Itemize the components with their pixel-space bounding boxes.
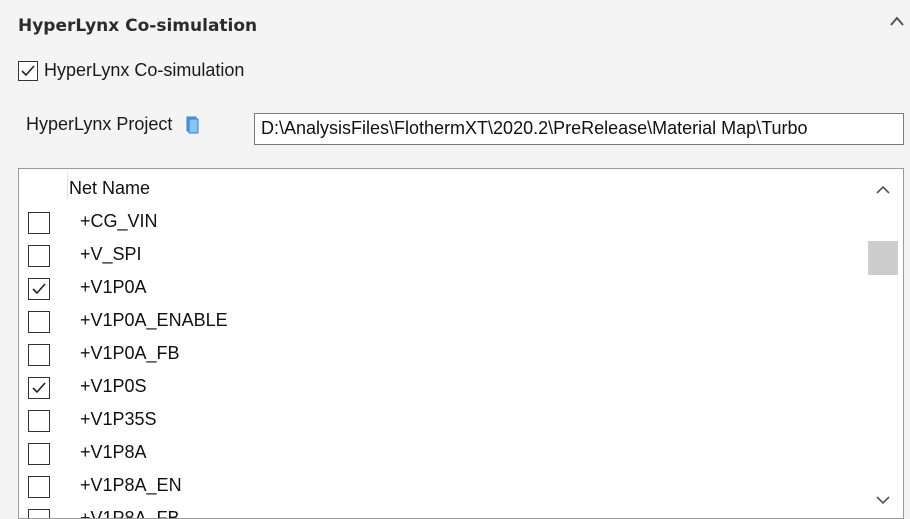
checkmark-icon xyxy=(32,283,46,295)
project-row: HyperLynx Project xyxy=(26,114,212,135)
vertical-scrollbar[interactable] xyxy=(863,169,903,518)
net-name: +V1P8A_EN xyxy=(80,475,182,495)
net-name-column-header[interactable]: Net Name xyxy=(69,178,150,199)
table-row[interactable]: +V1P0A xyxy=(19,271,864,304)
cosim-checkbox-label: HyperLynx Co-simulation xyxy=(44,60,245,80)
net-name: +CG_VIN xyxy=(80,211,158,231)
scroll-down-button[interactable] xyxy=(863,486,903,514)
cosim-checkbox-row[interactable]: HyperLynx Co-simulation xyxy=(18,60,244,81)
table-row[interactable]: +V1P0A_ENABLE xyxy=(19,304,864,337)
chevron-down-icon xyxy=(876,495,890,504)
chevron-up-icon xyxy=(876,185,890,194)
table-row[interactable]: +V1P0A_FB xyxy=(19,337,864,370)
checkmark-icon xyxy=(32,382,46,394)
scroll-up-button[interactable] xyxy=(863,175,903,203)
table-row[interactable]: +V1P8A_FB xyxy=(19,502,864,519)
net-checkbox[interactable] xyxy=(28,311,50,333)
collapse-section-button[interactable] xyxy=(886,10,908,32)
table-row[interactable]: +CG_VIN xyxy=(19,205,864,238)
net-name: +V1P0S xyxy=(80,376,147,396)
net-checkbox[interactable] xyxy=(28,278,50,300)
table-row[interactable]: +V1P0S xyxy=(19,370,864,403)
open-project-book-icon[interactable] xyxy=(186,116,200,134)
table-row[interactable]: +V1P35S xyxy=(19,403,864,436)
net-name: +V_SPI xyxy=(80,244,142,264)
project-path-input[interactable]: D:\AnalysisFiles\FlothermXT\2020.2\PreRe… xyxy=(254,113,904,145)
table-row[interactable]: +V1P8A_EN xyxy=(19,469,864,502)
net-table: Net Name +CG_VIN +V_SPI +V1P0A +V1P0A_ENABL… xyxy=(18,168,904,519)
net-checkbox[interactable] xyxy=(28,245,50,267)
net-name: +V1P0A xyxy=(80,277,147,297)
net-name: +V1P35S xyxy=(80,409,157,429)
net-checkbox[interactable] xyxy=(28,377,50,399)
net-name: +V1P0A_ENABLE xyxy=(80,310,228,330)
net-name: +V1P8A xyxy=(80,442,147,462)
net-checkbox[interactable] xyxy=(28,344,50,366)
table-row[interactable]: +V_SPI xyxy=(19,238,864,271)
net-checkbox[interactable] xyxy=(28,443,50,465)
net-name: +V1P8A_FB xyxy=(80,508,180,519)
checkmark-icon xyxy=(21,64,35,76)
project-label: HyperLynx Project xyxy=(26,114,173,134)
cosimulation-panel: HyperLynx Co-simulation HyperLynx Co-sim… xyxy=(0,0,910,519)
net-checkbox[interactable] xyxy=(28,212,50,234)
chevron-up-icon xyxy=(890,16,904,26)
table-row[interactable]: +V1P8A xyxy=(19,436,864,469)
header-divider xyxy=(67,173,68,199)
net-list: +CG_VIN +V_SPI +V1P0A +V1P0A_ENABLE +V1P0A_F… xyxy=(19,205,864,519)
net-checkbox[interactable] xyxy=(28,410,50,432)
net-checkbox[interactable] xyxy=(28,476,50,498)
net-checkbox[interactable] xyxy=(28,509,50,518)
scroll-thumb[interactable] xyxy=(868,241,898,275)
net-name: +V1P0A_FB xyxy=(80,343,180,363)
section-title: HyperLynx Co-simulation xyxy=(18,16,258,36)
cosim-checkbox[interactable] xyxy=(18,60,38,81)
